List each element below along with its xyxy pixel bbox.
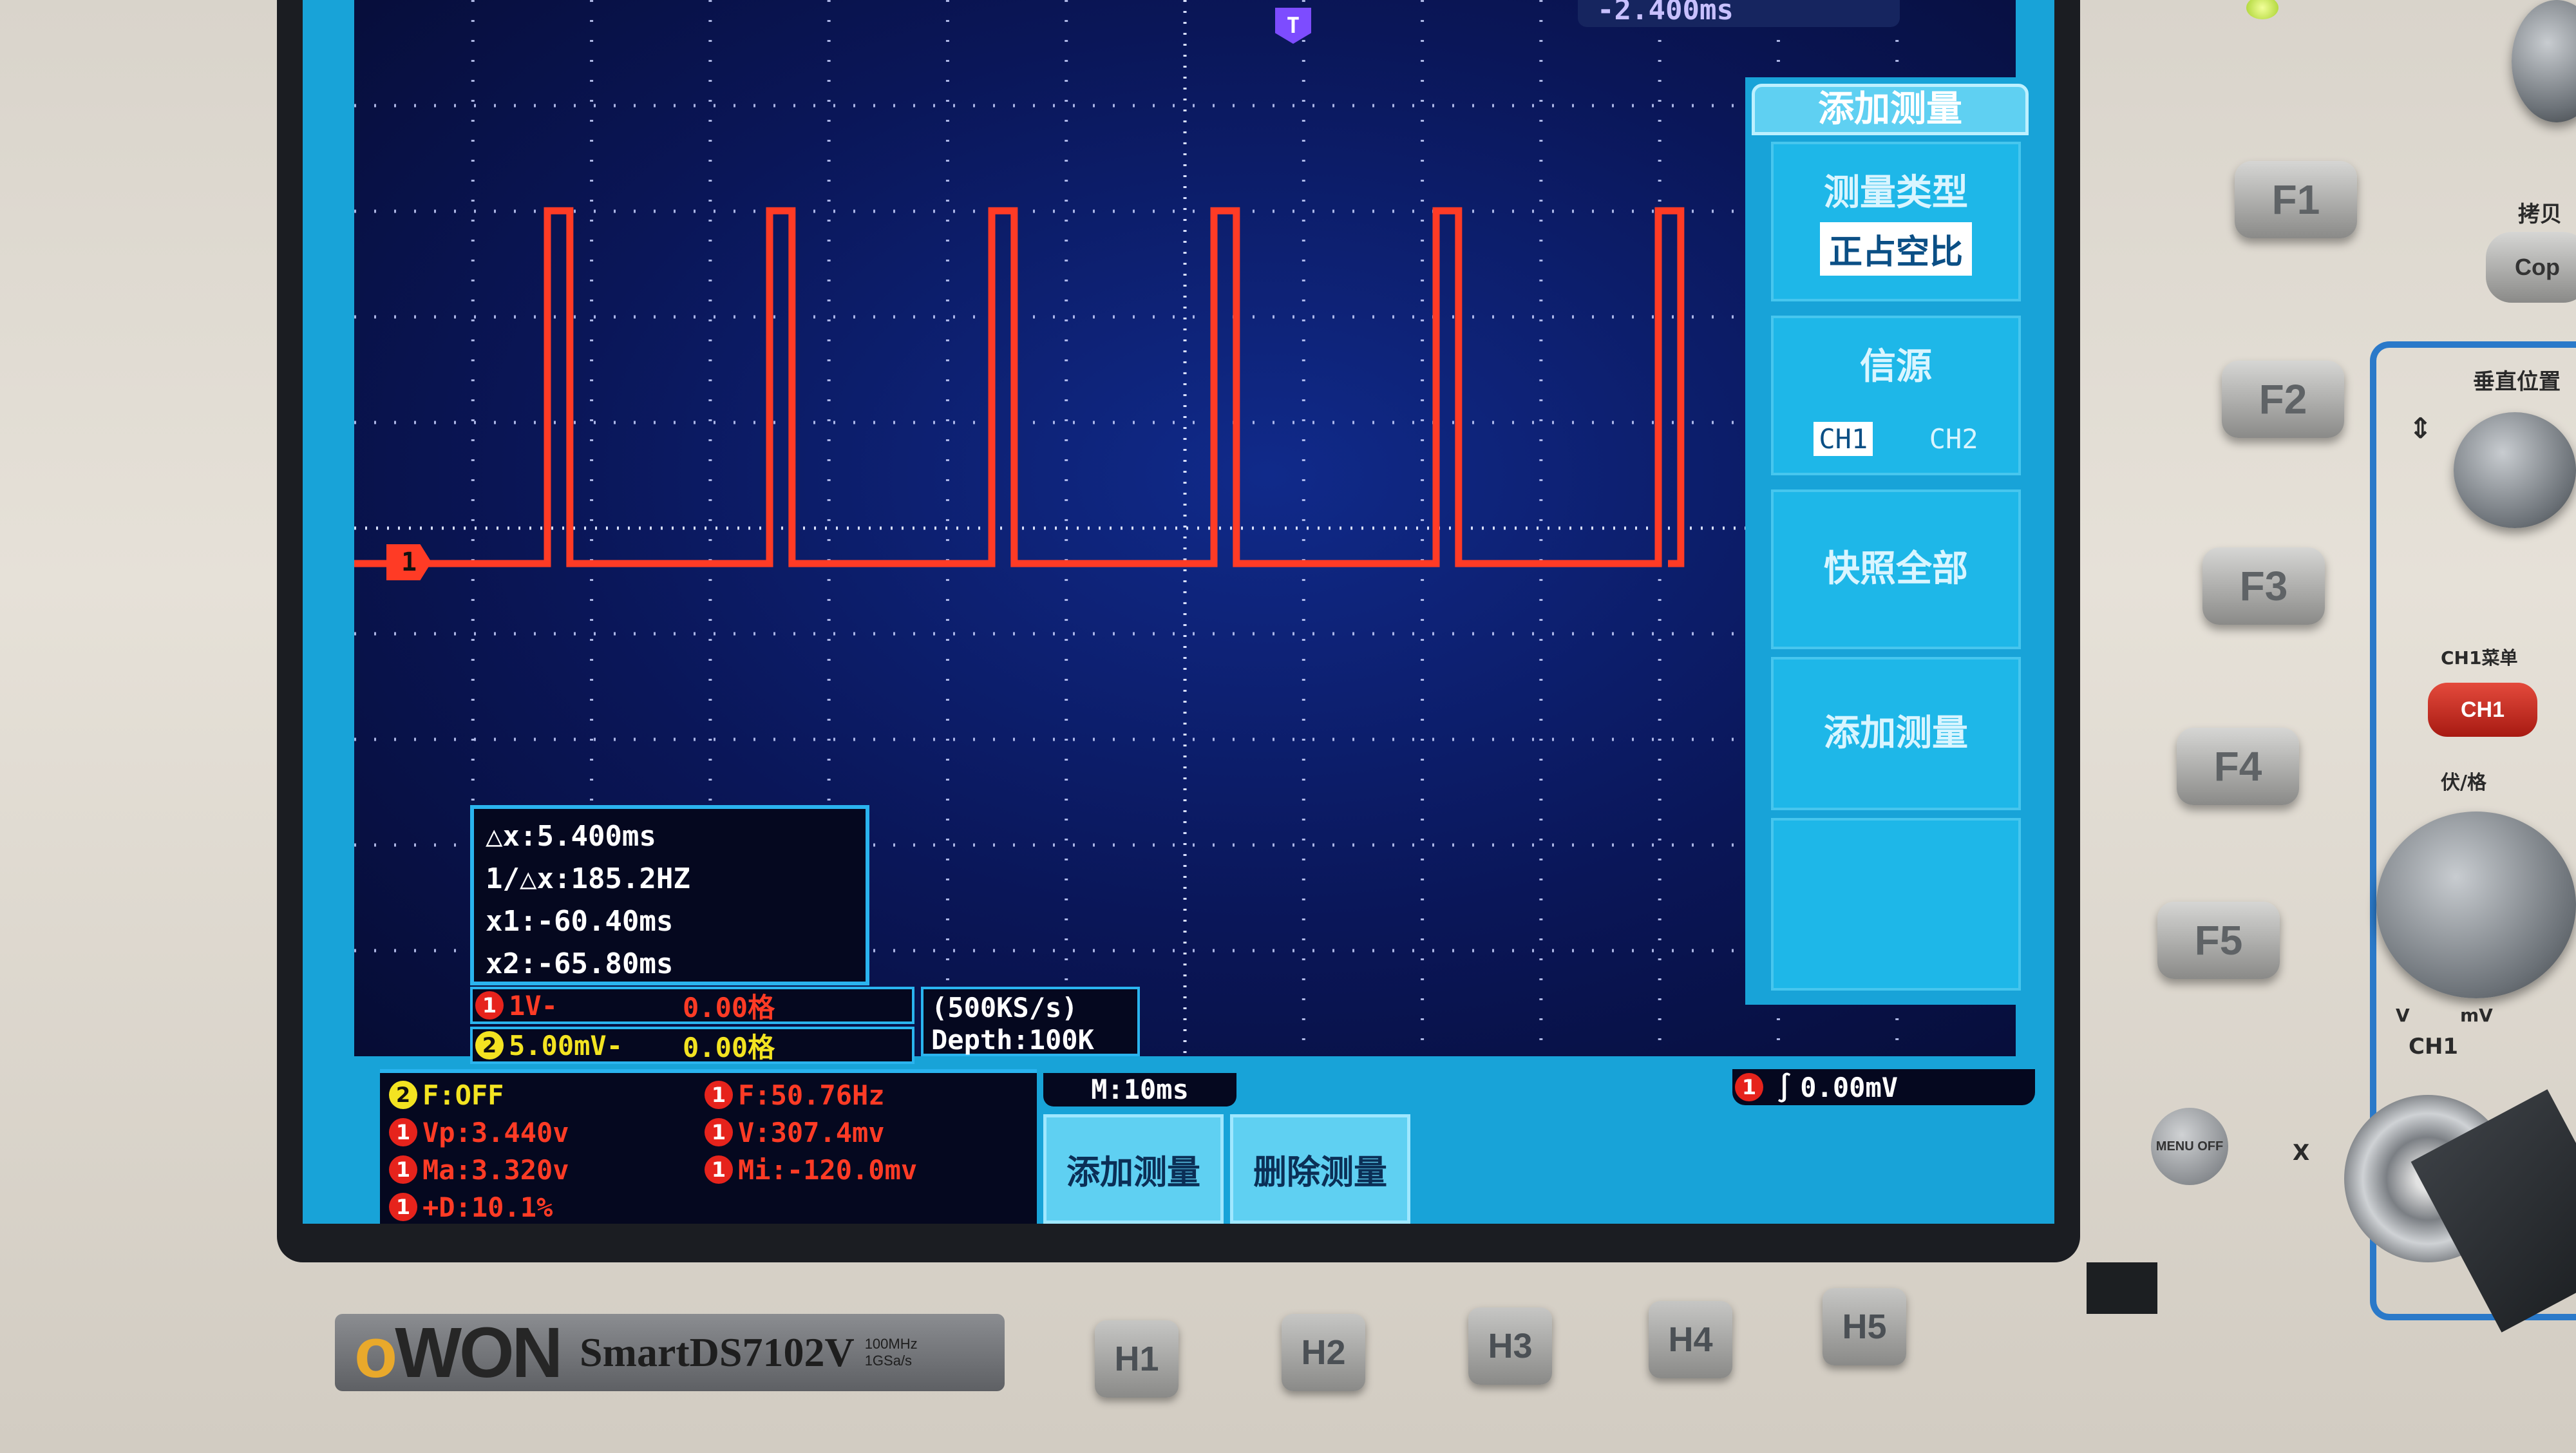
menu-off-button[interactable]: MENU OFF — [2151, 1108, 2228, 1185]
vertical-position-label: 垂直位置 — [2473, 369, 2561, 395]
f1-button[interactable]: F1 — [2235, 161, 2357, 238]
ch1-waveform-trace — [354, 207, 1685, 567]
x-input-label: X — [2293, 1140, 2310, 1166]
oscilloscope-screen: 1 T -2.400ms △x:5.400ms 1/△x:185.2HZ x1:… — [303, 0, 2054, 1224]
model-name: SmartDS7102V — [580, 1329, 855, 1375]
measure-ch1-frequency: 1 F:50.76Hz — [702, 1077, 885, 1113]
measure-ch1-positive-duty: 1 +D:10.1% — [386, 1189, 553, 1224]
usb-port — [2087, 1262, 2157, 1314]
add-measurement-menu: 添加测量 测量类型 正占空比 信源 CH1 CH2 快照全部 添加测量 — [1745, 77, 2029, 1005]
h5-button[interactable]: H5 — [1823, 1288, 1906, 1365]
measure-type-value: 正占空比 — [1819, 222, 1972, 276]
volts-per-div-label: 伏/格 — [2441, 772, 2486, 794]
vertical-position-knob[interactable] — [2454, 412, 2576, 528]
measure-ch1-max: 1 Ma:3.320v — [386, 1152, 569, 1188]
menu-add-measure[interactable]: 添加测量 — [1771, 657, 2021, 810]
measure-ch2-frequency: 2 F:OFF — [386, 1077, 504, 1113]
ch2-settings-row: 2 5.00mV- 0.00格 — [470, 1027, 914, 1064]
delete-measurement-button[interactable]: 删除测量 — [1230, 1114, 1410, 1224]
cursor-inverse-delta-x: 1/△x:185.2HZ — [486, 862, 690, 895]
measure-ch1-rms: 1 V:307.4mv — [702, 1114, 885, 1150]
bottom-softkey-bar: M:10ms 添加测量 删除测量 1 ∫ 0.00mV — [1037, 1069, 2054, 1224]
rising-edge-icon: ∫ — [1776, 1071, 1793, 1103]
copy-label: 拷贝 — [2518, 202, 2562, 227]
cursor-x2: x2:-65.80ms — [486, 947, 674, 980]
channel-settings: 1 1V- 0.00格 2 5.00mV- 0.00格 — [470, 987, 914, 1064]
menu-source[interactable]: 信源 CH1 CH2 — [1771, 316, 2021, 475]
cursor-x1: x1:-60.40ms — [486, 905, 674, 938]
f2-button[interactable]: F2 — [2222, 361, 2344, 438]
ch1-scale: 1V- — [509, 989, 558, 1021]
volts-unit-label: V — [2396, 1005, 2410, 1026]
source-ch1-option[interactable]: CH1 — [1814, 422, 1873, 456]
menu-empty-slot — [1771, 818, 2021, 991]
ch1-menu-label: CH1菜单 — [2441, 647, 2518, 669]
measure-ch1-min: 1 Mi:-120.0mv — [702, 1152, 917, 1188]
ch1-settings-row: 1 1V- 0.00格 — [470, 987, 914, 1024]
millivolts-unit-label: mV — [2460, 1005, 2493, 1026]
volts-per-div-knob[interactable] — [2376, 812, 2576, 998]
h1-button[interactable]: H1 — [1095, 1320, 1179, 1398]
ch1-menu-button[interactable]: CH1 — [2428, 683, 2537, 737]
ch1-offset: 0.00格 — [683, 991, 775, 1023]
f5-button[interactable]: F5 — [2157, 902, 2280, 979]
ch2-offset: 0.00格 — [683, 1031, 775, 1063]
h2-button[interactable]: H2 — [1282, 1314, 1365, 1391]
memory-depth: Depth:100K — [931, 1024, 1094, 1056]
add-measurement-button[interactable]: 添加测量 — [1043, 1114, 1224, 1224]
brand-plate: oWON SmartDS7102V 100MHz 1GSa/s — [335, 1313, 1005, 1392]
measurement-panel: 2 F:OFF 1 Vp:3.440v 1 Ma:3.320v 1 +D:10.… — [380, 1069, 1037, 1224]
owon-logo: oWON — [354, 1313, 563, 1392]
ch1-badge: 1 — [475, 991, 504, 1020]
trigger-level-readout: 1 ∫ 0.00mV — [1732, 1069, 2035, 1105]
menu-title: 添加测量 — [1752, 84, 2029, 135]
model-spec: 100MHz 1GSa/s — [864, 1336, 918, 1369]
sample-rate: (500KS/s) — [931, 992, 1078, 1023]
h3-button[interactable]: H3 — [1468, 1307, 1552, 1385]
sample-info-box: (500KS/s) Depth:100K — [921, 987, 1140, 1056]
menu-measure-type[interactable]: 测量类型 正占空比 — [1771, 142, 2021, 301]
source-ch2-option[interactable]: CH2 — [1929, 423, 1978, 455]
f3-button[interactable]: F3 — [2202, 547, 2325, 625]
trigger-time-readout: -2.400ms — [1578, 0, 1900, 27]
ch1-input-label: CH1 — [2409, 1034, 2459, 1059]
cursor-delta-x: △x:5.400ms — [486, 820, 656, 853]
measure-ch1-peak-to-peak: 1 Vp:3.440v — [386, 1114, 569, 1150]
ch2-badge: 2 — [475, 1031, 504, 1059]
h4-button[interactable]: H4 — [1649, 1301, 1732, 1378]
up-down-arrow-icon: ⇕ — [2409, 412, 2432, 445]
cursor-readout-box: △x:5.400ms 1/△x:185.2HZ x1:-60.40ms x2:-… — [470, 805, 869, 985]
menu-snapshot-all[interactable]: 快照全部 — [1771, 489, 2021, 649]
timebase-readout: M:10ms — [1043, 1073, 1236, 1106]
ch2-scale: 5.00mV- — [509, 1029, 623, 1061]
copy-button[interactable]: Cop — [2486, 232, 2576, 303]
f4-button[interactable]: F4 — [2177, 728, 2299, 805]
